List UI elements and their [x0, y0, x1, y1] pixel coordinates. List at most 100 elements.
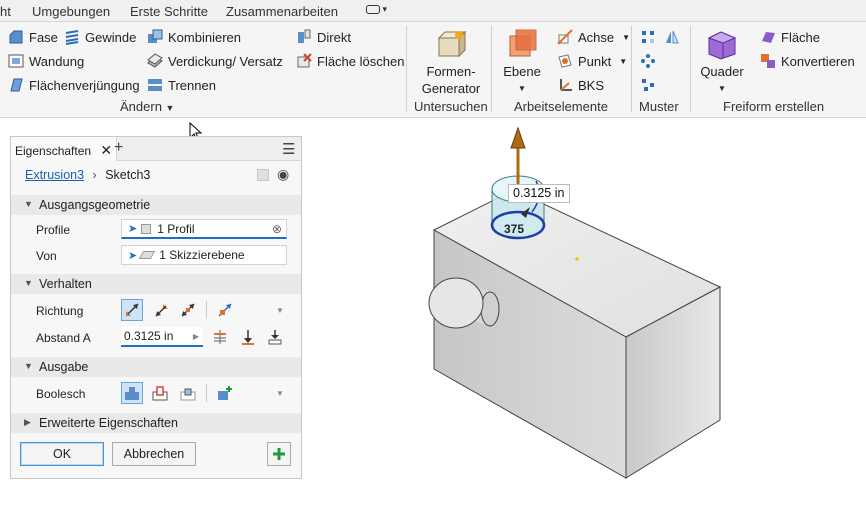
ribbon-separator: [631, 26, 632, 112]
breadcrumb-sketch: Sketch3: [105, 168, 151, 182]
direction-asymmetric-icon: [218, 303, 232, 317]
menu-item-ansicht[interactable]: ht: [0, 4, 11, 19]
profile-icon: [141, 223, 152, 234]
trennen-button[interactable]: Trennen: [147, 75, 216, 95]
fase-button[interactable]: Fase: [8, 27, 58, 47]
properties-panel: Eigenschaften ✕ + ☰ Extrusion3 › Sketch3…: [10, 136, 302, 479]
cut-icon: [152, 386, 168, 401]
rechteckige-anordnung-icon[interactable]: [637, 26, 659, 48]
group-label-freiform-erstellen: Freiform erstellen: [723, 99, 825, 114]
tab-eigenschaften[interactable]: Eigenschaften ✕: [11, 137, 118, 161]
verdickung-button[interactable]: Verdickung/ Versatz: [147, 51, 283, 71]
punkt-button[interactable]: Punkt ▼: [557, 51, 627, 71]
richtung-umkehren-button[interactable]: [151, 299, 173, 321]
durch-alles-button[interactable]: [237, 326, 259, 348]
ribbon-display-dropdown[interactable]: ▾: [366, 4, 392, 18]
richtung-symmetrisch-button[interactable]: [177, 299, 199, 321]
direction-symmetric-icon: [181, 303, 195, 317]
to-next-icon: [268, 330, 282, 345]
abstand-bis-button[interactable]: [209, 326, 231, 348]
through-all-icon: [242, 330, 254, 345]
plus-icon: [273, 448, 285, 460]
boolesch-schnittmenge-button[interactable]: [177, 382, 199, 404]
close-tab-icon[interactable]: ✕: [100, 142, 112, 158]
breadcrumb: Extrusion3 › Sketch3: [25, 168, 150, 182]
direkt-button[interactable]: Direkt: [296, 27, 351, 47]
eye-icon[interactable]: ◉: [277, 166, 289, 183]
boolesch-verbinden-button[interactable]: [121, 382, 143, 404]
runde-anordnung-icon[interactable]: [637, 50, 659, 72]
apply-plus-button[interactable]: [267, 442, 291, 466]
ok-button[interactable]: OK: [20, 442, 104, 466]
intersect-icon: [180, 388, 196, 401]
flaeche-loeschen-icon: [296, 53, 312, 69]
caret-down-icon: ▼: [24, 278, 33, 288]
direction-default-icon: [126, 303, 139, 316]
abstand-a-input[interactable]: 0.3125 in ▶: [121, 327, 203, 347]
abstand-a-label: Abstand A: [36, 331, 91, 345]
wandung-button[interactable]: Wandung: [8, 51, 84, 71]
achse-button[interactable]: Achse ▼: [557, 27, 630, 47]
section-ausgangsgeometrie[interactable]: ▼ Ausgangsgeometrie: [11, 195, 301, 215]
freiform-flaeche-icon: [760, 29, 776, 45]
dimension-input[interactable]: 0.3125 in: [508, 184, 570, 203]
gewinde-icon: [64, 29, 80, 45]
caret-down-icon: ▼: [24, 361, 33, 371]
pfad-anordnung-icon[interactable]: [637, 74, 659, 96]
chevron-down-icon: ▼: [619, 56, 628, 66]
quader-button[interactable]: Quader ▼: [698, 28, 746, 97]
ribbon-separator: [406, 26, 407, 112]
clear-selection-icon[interactable]: ⊗: [272, 222, 282, 236]
section-erweiterte-eigenschaften[interactable]: ▶ Erweiterte Eigenschaften: [11, 413, 301, 433]
flaechenverjuengung-icon: [8, 77, 24, 93]
bis-naechstem-button[interactable]: [264, 326, 286, 348]
menu-item-umgebungen[interactable]: Umgebungen: [32, 4, 110, 19]
chevron-down-icon[interactable]: ▼: [276, 389, 284, 398]
verdickung-icon: [147, 53, 163, 69]
flaeche-button[interactable]: Fläche: [760, 27, 820, 47]
section-verhalten[interactable]: ▼ Verhalten: [11, 274, 301, 294]
distance-to-icon: [214, 330, 226, 344]
profile-selector[interactable]: ➤ 1 Profil ⊗: [121, 219, 287, 239]
flaeche-loeschen-button[interactable]: Fläche löschen: [296, 51, 404, 71]
ebene-icon: [506, 28, 538, 60]
ribbon-separator: [491, 26, 492, 112]
kombinieren-button[interactable]: Kombinieren: [147, 27, 241, 47]
chevron-right-icon: ›: [92, 168, 97, 182]
menu-item-zusammenarbeiten[interactable]: Zusammenarbeiten: [226, 4, 338, 19]
gewinde-button[interactable]: Gewinde: [64, 27, 136, 47]
select-arrow-icon: ➤: [128, 249, 138, 262]
formen-generator-button[interactable]: Formen- Generator: [414, 28, 488, 97]
sketch-plane-icon: [138, 251, 156, 259]
abbrechen-button[interactable]: Abbrechen: [112, 442, 196, 466]
group-label-arbeitselemente: Arbeitselemente: [514, 99, 608, 114]
breadcrumb-extrusion[interactable]: Extrusion3: [25, 168, 84, 182]
toolbar-separator: [206, 301, 207, 319]
ebene-button[interactable]: Ebene ▼: [500, 28, 544, 97]
select-arrow-icon: ➤: [128, 223, 138, 235]
group-label-aendern[interactable]: Ändern ▼: [120, 99, 174, 114]
dimension-value-label: 375: [504, 222, 525, 236]
viewport-3d[interactable]: [302, 119, 866, 522]
chevron-down-icon: ▼: [718, 84, 726, 93]
spiegeln-icon[interactable]: [661, 26, 683, 48]
chevron-down-icon[interactable]: ▼: [276, 306, 284, 315]
quader-icon: [705, 28, 739, 60]
preset-icon[interactable]: [257, 169, 269, 181]
direction-flip-icon: [155, 304, 168, 317]
konvertieren-button[interactable]: Konvertieren: [760, 51, 855, 71]
section-ausgabe[interactable]: ▼ Ausgabe: [11, 357, 301, 377]
boolesch-ausschneiden-button[interactable]: [149, 382, 171, 404]
toolbar-separator: [206, 384, 207, 402]
profile-label: Profile: [36, 223, 71, 237]
neuer-koerper-button[interactable]: [214, 382, 236, 404]
panel-menu-icon[interactable]: ☰: [282, 140, 295, 158]
richtung-asymmetrisch-button[interactable]: [214, 299, 236, 321]
add-tab-icon[interactable]: +: [114, 139, 123, 157]
menu-item-erste-schritte[interactable]: Erste Schritte: [130, 4, 208, 19]
von-selector[interactable]: ➤ 1 Skizzierebene: [121, 245, 287, 265]
flaechenverjuengung-button[interactable]: Flächenverjüngung: [8, 75, 140, 95]
konvertieren-icon: [760, 53, 776, 69]
bks-button[interactable]: BKS: [557, 75, 604, 95]
richtung-standard-button[interactable]: [121, 299, 143, 321]
